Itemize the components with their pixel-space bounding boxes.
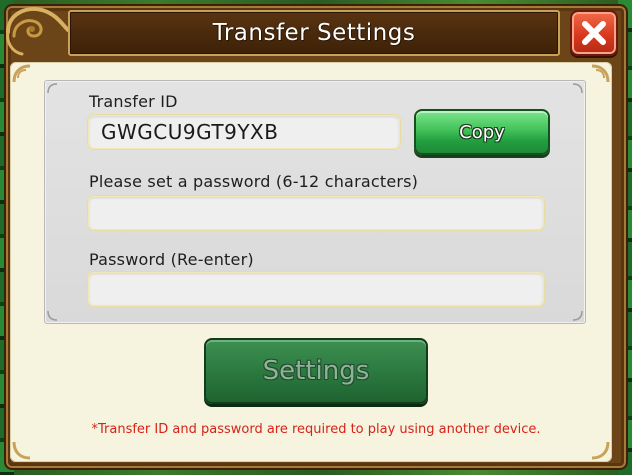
corner-ornament-icon [12, 441, 31, 460]
panel-corner-icon [572, 83, 583, 94]
corner-ornament-icon [591, 64, 610, 83]
corner-ornament-icon [12, 64, 31, 83]
password-reenter-label: Password (Re-enter) [89, 250, 254, 269]
transfer-note: *Transfer ID and password are required t… [91, 422, 541, 437]
transfer-id-field[interactable]: GWGCU9GT9YXB [88, 115, 400, 149]
password-input[interactable] [88, 196, 544, 230]
settings-button-label: Settings [262, 356, 370, 386]
close-x-icon [582, 21, 606, 45]
password-reenter-input[interactable] [88, 272, 544, 306]
copy-button-label: Copy [459, 121, 505, 143]
corner-ornament-icon [591, 441, 610, 460]
settings-button[interactable]: Settings [204, 338, 428, 404]
title-bar: Transfer Settings [68, 10, 560, 56]
transfer-id-label: Transfer ID [89, 92, 178, 111]
copy-button[interactable]: Copy [414, 109, 550, 155]
panel-corner-icon [47, 83, 58, 94]
password-label: Please set a password (6-12 characters) [89, 172, 419, 191]
panel-corner-icon [572, 310, 583, 321]
panel-corner-icon [47, 310, 58, 321]
close-button[interactable] [570, 10, 618, 56]
scroll-ornament-icon [6, 7, 70, 56]
dialog-title: Transfer Settings [212, 20, 416, 46]
